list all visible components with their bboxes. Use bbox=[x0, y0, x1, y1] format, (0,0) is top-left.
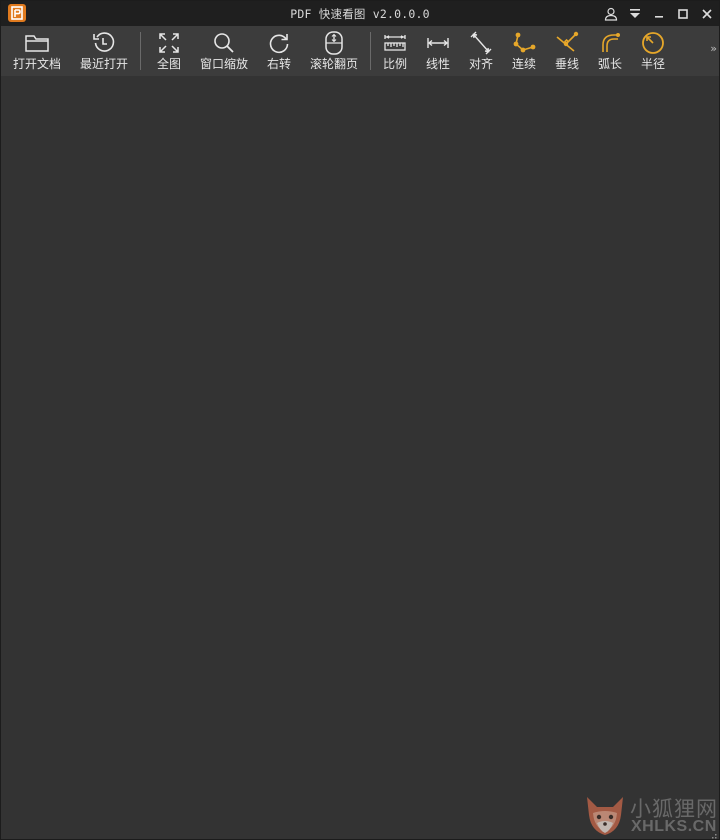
radius-icon bbox=[639, 30, 667, 56]
zoom-icon bbox=[210, 30, 238, 56]
rotate-right-icon bbox=[265, 30, 293, 56]
radius-button[interactable]: 半径 bbox=[635, 26, 671, 76]
toolbar-separator bbox=[370, 32, 371, 70]
perpendicular-label: 垂线 bbox=[554, 57, 579, 71]
app-window: PDF 快速看图 v2.0.0.0 打开文档 最近打开 全图 窗口缩放 右转 滚… bbox=[0, 0, 720, 840]
close-icon[interactable] bbox=[695, 1, 719, 26]
toolbar-overflow-button[interactable]: » bbox=[710, 42, 717, 55]
scale-label: 比例 bbox=[382, 57, 407, 71]
linear-measure-button[interactable]: 线性 bbox=[420, 26, 456, 76]
toolbar-separator bbox=[140, 32, 141, 70]
continuous-measure-icon bbox=[510, 30, 538, 56]
open-document-button[interactable]: 打开文档 bbox=[9, 26, 65, 76]
mouse-wheel-icon bbox=[320, 30, 348, 56]
arc-length-button[interactable]: 弧长 bbox=[592, 26, 628, 76]
rotate-right-label: 右转 bbox=[266, 57, 291, 71]
fox-logo-icon bbox=[583, 793, 627, 839]
fit-all-icon bbox=[155, 30, 183, 56]
ruler-scale-icon bbox=[381, 30, 409, 56]
fit-all-label: 全图 bbox=[156, 57, 181, 71]
rotate-right-button[interactable]: 右转 bbox=[259, 26, 299, 76]
aligned-measure-button[interactable]: 对齐 bbox=[463, 26, 499, 76]
window-controls bbox=[599, 1, 719, 26]
continuous-measure-button[interactable]: 连续 bbox=[506, 26, 542, 76]
linear-measure-icon bbox=[424, 30, 452, 56]
dropdown-icon[interactable] bbox=[623, 1, 647, 26]
watermark-en-text: XHLKS.CN bbox=[631, 818, 717, 835]
perpendicular-button[interactable]: 垂线 bbox=[549, 26, 585, 76]
user-icon[interactable] bbox=[599, 1, 623, 26]
history-icon bbox=[90, 30, 118, 56]
wheel-page-label: 滚轮翻页 bbox=[309, 57, 358, 71]
maximize-icon[interactable] bbox=[671, 1, 695, 26]
aligned-measure-icon bbox=[467, 30, 495, 56]
fit-all-button[interactable]: 全图 bbox=[149, 26, 189, 76]
window-zoom-button[interactable]: 窗口缩放 bbox=[196, 26, 252, 76]
aligned-measure-label: 对齐 bbox=[468, 57, 493, 71]
recent-open-button[interactable]: 最近打开 bbox=[76, 26, 132, 76]
recent-open-label: 最近打开 bbox=[79, 57, 128, 71]
linear-measure-label: 线性 bbox=[425, 57, 450, 71]
main-toolbar: 打开文档 最近打开 全图 窗口缩放 右转 滚轮翻页 比例 线性 对齐 连续 垂线… bbox=[1, 26, 719, 76]
title-bar: PDF 快速看图 v2.0.0.0 bbox=[1, 1, 719, 26]
open-document-label: 打开文档 bbox=[12, 57, 61, 71]
site-watermark: 小狐狸网 XHLKS.CN bbox=[583, 793, 720, 840]
arc-length-icon bbox=[596, 30, 624, 56]
arc-length-label: 弧长 bbox=[597, 57, 622, 71]
continuous-measure-label: 连续 bbox=[511, 57, 536, 71]
document-canvas[interactable] bbox=[1, 76, 719, 839]
wheel-page-button[interactable]: 滚轮翻页 bbox=[306, 26, 362, 76]
perpendicular-icon bbox=[553, 30, 581, 56]
folder-icon bbox=[23, 30, 51, 56]
scale-button[interactable]: 比例 bbox=[377, 26, 413, 76]
radius-label: 半径 bbox=[640, 57, 665, 71]
minimize-icon[interactable] bbox=[647, 1, 671, 26]
window-zoom-label: 窗口缩放 bbox=[199, 57, 248, 71]
